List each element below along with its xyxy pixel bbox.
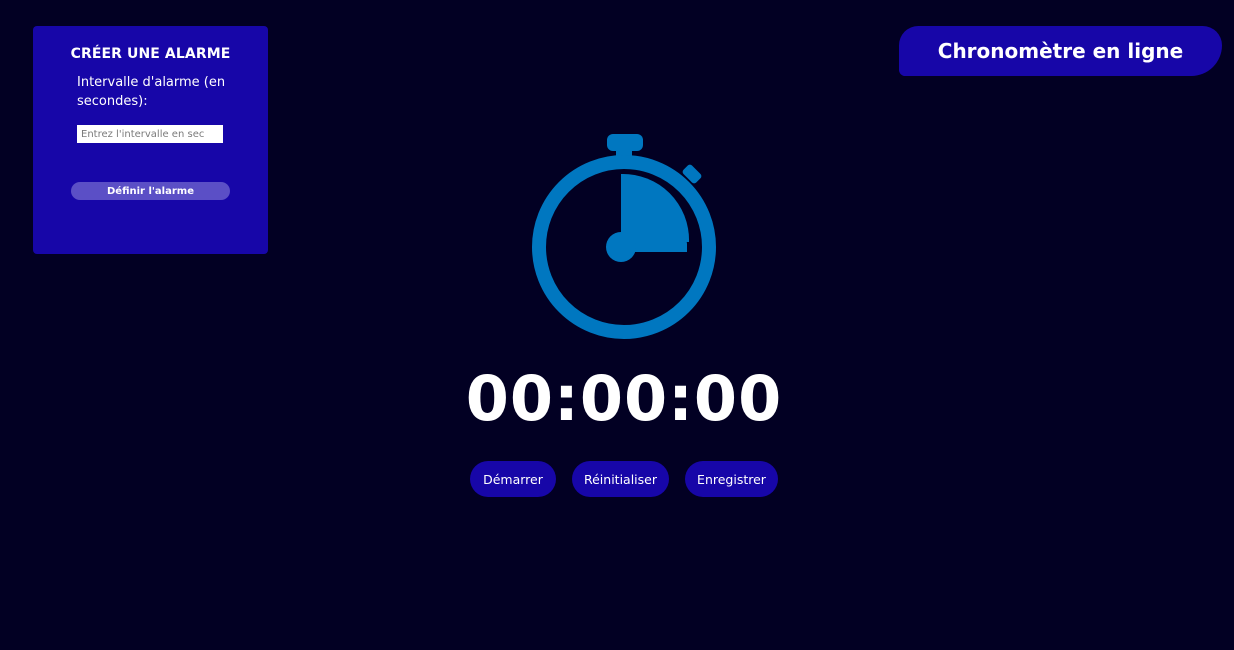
set-alarm-button[interactable]: Définir l'alarme <box>71 182 230 200</box>
stopwatch-page: CRÉER UNE ALARME Intervalle d'alarme (en… <box>0 0 1234 650</box>
elapsed-time-display: 00:00:00 <box>465 362 783 435</box>
save-button[interactable]: Enregistrer <box>685 461 778 497</box>
reset-button[interactable]: Réinitialiser <box>572 461 669 497</box>
app-title-badge: Chronomètre en ligne <box>899 26 1222 76</box>
alarm-interval-label: Intervalle d'alarme (en secondes): <box>77 75 226 109</box>
alarm-panel-title: CRÉER UNE ALARME <box>70 46 231 62</box>
alarm-interval-input[interactable] <box>77 125 223 143</box>
alarm-panel: CRÉER UNE ALARME Intervalle d'alarme (en… <box>33 26 268 254</box>
stopwatch-icon <box>532 134 716 339</box>
app-title: Chronomètre en ligne <box>937 39 1184 63</box>
start-button[interactable]: Démarrer <box>470 461 556 497</box>
